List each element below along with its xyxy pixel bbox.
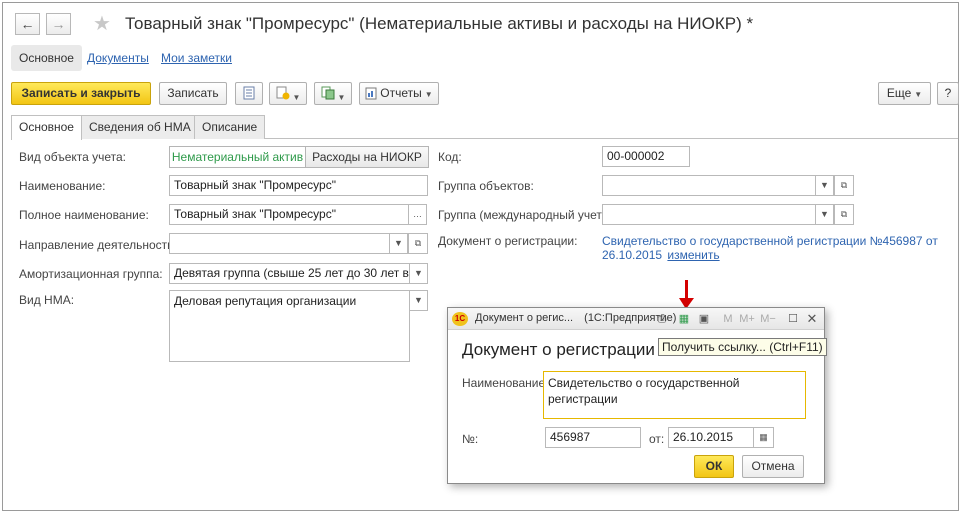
forward-button[interactable]: → [46, 13, 71, 35]
get-link-tooltip: Получить ссылку... (Ctrl+F11) [658, 338, 827, 356]
arrow-left-icon: ← [20, 16, 35, 32]
open-icon: ⧉ [840, 209, 848, 219]
amort-label: Амортизационная группа: [19, 267, 163, 281]
memory-minus-button[interactable]: M− [760, 311, 776, 327]
dialog-date-label: от: [649, 432, 665, 446]
related-docs-button[interactable]: ▼ [314, 82, 352, 105]
dialog-window-title: Документ о регис... (1С:Предприятие) [475, 312, 676, 324]
group-open-button[interactable]: ⧉ [834, 175, 854, 196]
doc-change-link[interactable]: изменить [667, 248, 719, 262]
window-title: Товарный знак "Промресурс" (Нематериальн… [125, 14, 754, 33]
documents-green-icon [321, 86, 335, 100]
dialog-name-input[interactable]: Свидетельство о государственной регистра… [543, 371, 806, 419]
vid-label: Вид объекта учета: [19, 150, 127, 164]
document-list-icon [243, 86, 255, 100]
ok-button[interactable]: ОК [694, 455, 734, 478]
chevron-down-icon: ▼ [394, 238, 403, 248]
nma-label: Вид НМА: [19, 293, 75, 307]
dialog-date-input[interactable]: 26.10.2015 [668, 427, 754, 448]
tab-documents[interactable]: Документы [87, 45, 149, 71]
dialog-titlebar: 1С Документ о регис... (1С:Предприятие) … [448, 308, 824, 330]
group-label: Группа объектов: [438, 179, 534, 193]
chevron-down-icon: ▼ [414, 295, 423, 305]
calculator-icon[interactable]: ▦ [676, 311, 692, 327]
direction-label: Направление деятельности: [19, 238, 178, 252]
fullname-edit-button[interactable]: … [409, 204, 427, 225]
document-create-icon [276, 86, 290, 100]
group-dropdown-button[interactable]: ▼ [816, 175, 834, 196]
save-close-button[interactable]: Записать и закрыть [11, 82, 151, 105]
more-button[interactable]: Еще ▼ [878, 82, 931, 105]
chevron-down-icon: ▼ [820, 180, 829, 190]
group-intl-open-button[interactable]: ⧉ [834, 204, 854, 225]
direction-open-button[interactable]: ⧉ [408, 233, 428, 254]
registration-document-dialog: 1С Документ о регис... (1С:Предприятие) … [447, 307, 827, 484]
group-intl-input[interactable] [602, 204, 816, 225]
name-input[interactable]: Товарный знак "Промресурс" [169, 175, 428, 196]
close-icon[interactable]: ✕ [805, 311, 819, 327]
calendar-icon: ▦ [759, 432, 768, 442]
tab-osnovnoe[interactable]: Основное [11, 45, 82, 71]
dialog-date-picker-button[interactable]: ▦ [754, 427, 774, 448]
print-icon[interactable]: ⎙ [654, 311, 670, 327]
nma-input[interactable]: Деловая репутация организации [169, 290, 410, 362]
amort-input[interactable]: Девятая группа (свыше 25 лет до 30 лет в… [169, 263, 410, 284]
group-intl-dropdown-button[interactable]: ▼ [816, 204, 834, 225]
nma-dropdown-button[interactable]: ▼ [410, 290, 428, 311]
code-label: Код: [438, 150, 462, 164]
toggle-intangible-asset[interactable]: Нематериальный актив [169, 146, 306, 168]
reports-label: Отчеты [380, 86, 422, 100]
doc-link[interactable]: Свидетельство о государственной регистра… [602, 234, 938, 248]
memory-button[interactable]: M [722, 311, 734, 327]
direction-input[interactable] [169, 233, 390, 254]
app-logo-icon: 1С [452, 312, 468, 326]
code-input[interactable]: 00-000002 [602, 146, 690, 167]
direction-dropdown-button[interactable]: ▼ [390, 233, 408, 254]
open-icon: ⧉ [840, 180, 848, 190]
maximize-icon[interactable]: ☐ [786, 311, 800, 327]
chevron-down-icon: ▼ [820, 209, 829, 219]
doc-link-line2: 26.10.2015 изменить [602, 248, 720, 262]
cancel-button[interactable]: Отмена [742, 455, 804, 478]
doc-label: Документ о регистрации: [438, 234, 578, 248]
chevron-down-icon: ▼ [414, 268, 423, 278]
help-button[interactable]: ? [937, 82, 959, 105]
report-icon [365, 87, 377, 100]
memory-plus-button[interactable]: M+ [739, 311, 755, 327]
form-tab-description[interactable]: Описание [194, 115, 266, 139]
doc-link-date[interactable]: 26.10.2015 [602, 248, 662, 262]
arrow-right-icon: → [51, 16, 66, 32]
fullname-label: Полное наименование: [19, 208, 149, 222]
name-label: Наименование: [19, 179, 106, 193]
tab-notes[interactable]: Мои заметки [161, 45, 232, 71]
open-icon: ⧉ [414, 238, 422, 248]
more-label: Еще [886, 86, 912, 100]
dialog-heading: Документ о регистрации [462, 340, 655, 359]
dialog-number-label: №: [462, 432, 479, 446]
toggle-rnd-expenses[interactable]: Расходы на НИОКР [305, 146, 429, 168]
group-intl-label: Группа (международный учет): [438, 208, 610, 222]
form-tab-main[interactable]: Основное [11, 115, 82, 140]
create-based-on-button[interactable]: ▼ [269, 82, 307, 105]
dialog-title-text: Документ о регис... [475, 312, 574, 324]
back-button[interactable]: ← [15, 13, 40, 35]
dialog-name-label: Наименование: [462, 376, 549, 390]
reports-button[interactable]: Отчеты ▼ [359, 82, 439, 105]
group-input[interactable] [602, 175, 816, 196]
list-button[interactable] [235, 82, 263, 105]
amort-dropdown-button[interactable]: ▼ [410, 263, 428, 284]
form-tab-nma-info[interactable]: Сведения об НМА [81, 115, 199, 139]
favorite-star-icon[interactable]: ★ [93, 11, 111, 36]
fullname-input[interactable]: Товарный знак "Промресурс" [169, 204, 409, 225]
save-button[interactable]: Записать [159, 82, 227, 105]
calendar-icon[interactable]: ▣ [696, 311, 712, 327]
annotation-arrow-icon [685, 280, 688, 300]
dialog-number-input[interactable]: 456987 [545, 427, 641, 448]
